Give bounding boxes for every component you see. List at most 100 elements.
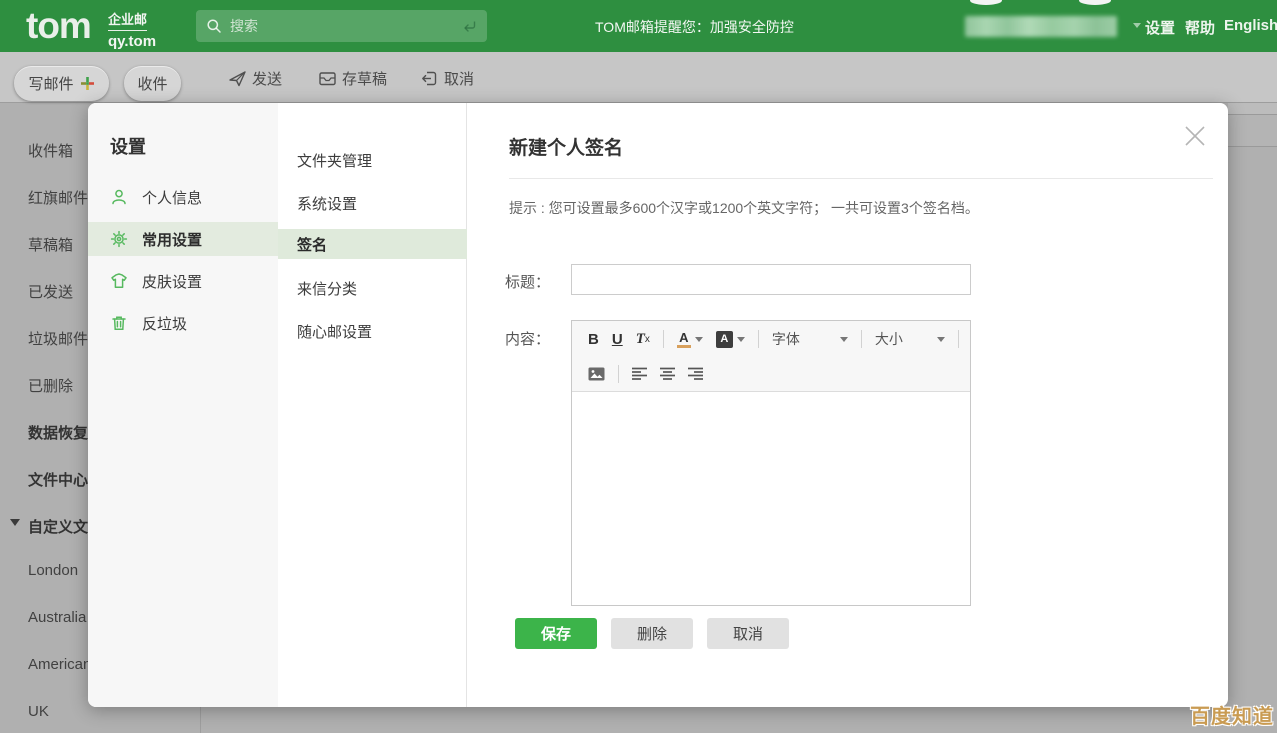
submenu-label: 来信分类 [297, 278, 357, 299]
dimmed-list-band [1228, 103, 1277, 114]
blurred-account-name[interactable] [965, 16, 1117, 37]
title-divider [509, 178, 1213, 179]
brand-line-top: 企业邮 [108, 9, 147, 31]
insert-image-button[interactable] [588, 367, 605, 381]
settings-panel-title: 设置 [110, 133, 146, 159]
settings-submenu-panel: 文件夹管理 系统设置 签名 来信分类 随心邮设置 [278, 103, 467, 707]
sidebar-item-file-center[interactable]: 文件中心 [28, 469, 88, 490]
dimmed-list-band-2 [1228, 115, 1277, 146]
font-color-bar [677, 345, 691, 348]
sidebar-item-american[interactable]: American [28, 656, 91, 673]
bg-color-letter: A [716, 331, 733, 348]
settings-menu-common-settings[interactable]: 常用设置 [88, 222, 278, 256]
submenu-folder-management[interactable]: 文件夹管理 [278, 145, 467, 175]
sidebar-item-flagged[interactable]: 红旗邮件 [28, 187, 88, 208]
settings-menu-label: 常用设置 [142, 229, 202, 250]
save-draft-icon [318, 69, 337, 88]
settings-menu-personal-info[interactable]: 个人信息 [88, 180, 278, 214]
sidebar-item-drafts[interactable]: 草稿箱 [28, 234, 73, 255]
cancel-action[interactable]: 取消 [420, 68, 474, 89]
sidebar-item-deleted[interactable]: 已删除 [28, 375, 73, 396]
save-draft-action[interactable]: 存草稿 [318, 68, 387, 89]
font-size-dropdown[interactable]: 大小 [875, 329, 945, 349]
receive-button[interactable]: 收件 [124, 66, 181, 101]
send-action[interactable]: 发送 [228, 68, 282, 89]
chevron-down-icon [737, 337, 745, 342]
font-family-label: 字体 [772, 329, 800, 349]
submenu-suixin-mail-settings[interactable]: 随心邮设置 [278, 316, 467, 346]
title-field-label: 标题： [490, 271, 550, 292]
search-box[interactable] [196, 10, 487, 42]
remove-format-x: x [645, 334, 650, 345]
toolbar-separator [758, 330, 759, 348]
font-family-dropdown[interactable]: 字体 [772, 329, 848, 349]
brand-line-bottom: qy.tom [108, 33, 156, 50]
delete-button[interactable]: 删除 [611, 618, 693, 649]
submenu-incoming-classification[interactable]: 来信分类 [278, 273, 467, 303]
submenu-label: 签名 [297, 234, 327, 255]
signature-form-panel: 新建个人签名 提示 : 您可设置最多600个汉字或1200个英文字符； 一共可设… [467, 103, 1228, 707]
send-action-label: 发送 [252, 68, 282, 89]
close-icon[interactable] [1182, 123, 1208, 149]
sidebar-item-london[interactable]: London [28, 562, 78, 579]
font-color-button[interactable]: A [677, 331, 703, 348]
baidu-zhidao-watermark: 百度知道 [1190, 700, 1274, 729]
underline-button[interactable]: U [612, 331, 623, 348]
dimmed-list-line-2 [1228, 146, 1277, 147]
dialog-title: 新建个人签名 [509, 133, 623, 160]
security-notice: TOM邮箱提醒您：加强安全防控 [595, 17, 794, 37]
compose-button[interactable]: 写邮件 [14, 66, 109, 101]
sidebar-item-australia[interactable]: Australia [28, 609, 86, 626]
triangle-down-icon[interactable] [10, 519, 20, 526]
header-bar: tom 企业邮 qy.tom TOM邮箱提醒您：加强安全防控 设置 帮助 Eng… [0, 0, 1277, 52]
remove-format-button[interactable]: Tx [636, 331, 650, 348]
cancel-button[interactable]: 取消 [707, 618, 789, 649]
editor-toolbar-row-2 [572, 357, 970, 390]
gear-icon [110, 230, 128, 248]
settings-menu-label: 个人信息 [142, 187, 202, 208]
header-nav-help[interactable]: 帮助 [1185, 17, 1215, 38]
save-button[interactable]: 保存 [515, 618, 597, 649]
tom-logo[interactable]: tom [26, 6, 91, 46]
mail-toolbar: 写邮件 收件 发送 存草稿 [0, 52, 1277, 103]
sidebar-item-spam[interactable]: 垃圾邮件 [28, 328, 88, 349]
save-draft-action-label: 存草稿 [342, 68, 387, 89]
header-nav-english[interactable]: English [1224, 17, 1277, 34]
chevron-down-icon [840, 337, 848, 342]
settings-menu-label: 反垃圾 [142, 313, 187, 334]
toolbar-separator [958, 330, 959, 348]
header-nav-settings[interactable]: 设置 [1145, 17, 1175, 38]
toolbar-separator [618, 365, 619, 383]
sidebar-item-data-recovery[interactable]: 数据恢复 [28, 422, 88, 443]
align-right-icon[interactable] [688, 367, 703, 380]
account-dropdown-caret-icon[interactable] [1133, 23, 1141, 28]
search-input[interactable] [230, 18, 461, 34]
editor-toolbar-row-1: B U Tx A A 字体 [572, 321, 970, 357]
font-size-label: 大小 [875, 329, 903, 349]
search-enter-icon[interactable] [461, 18, 477, 34]
submenu-system-settings[interactable]: 系统设置 [278, 188, 467, 218]
sidebar-item-sent[interactable]: 已发送 [28, 281, 73, 302]
app-root: tom 企业邮 qy.tom TOM邮箱提醒您：加强安全防控 设置 帮助 Eng… [0, 0, 1277, 733]
tshirt-icon [110, 272, 128, 290]
sidebar-item-uk[interactable]: UK [28, 703, 49, 720]
bg-color-button[interactable]: A [716, 331, 745, 348]
align-left-icon[interactable] [632, 367, 647, 380]
signature-content-area[interactable] [572, 391, 970, 605]
signature-title-input[interactable] [571, 264, 971, 295]
brand-block: 企业邮 qy.tom [108, 9, 156, 50]
settings-menu-skin-settings[interactable]: 皮肤设置 [88, 264, 278, 298]
submenu-signature[interactable]: 签名 [278, 229, 467, 259]
align-center-icon[interactable] [660, 367, 675, 380]
settings-menu-panel: 设置 个人信息 [88, 103, 278, 707]
search-icon [206, 18, 222, 34]
settings-modal: 设置 个人信息 [88, 103, 1228, 707]
bold-button[interactable]: B [588, 331, 599, 348]
chevron-down-icon [695, 337, 703, 342]
settings-menu-anti-spam[interactable]: 反垃圾 [88, 306, 278, 340]
sidebar-item-inbox[interactable]: 收件箱 [28, 140, 73, 161]
trash-icon [110, 314, 128, 332]
decor-arc-right [1079, 0, 1111, 5]
submenu-label: 随心邮设置 [297, 321, 372, 342]
decor-arc-left [970, 0, 1002, 5]
